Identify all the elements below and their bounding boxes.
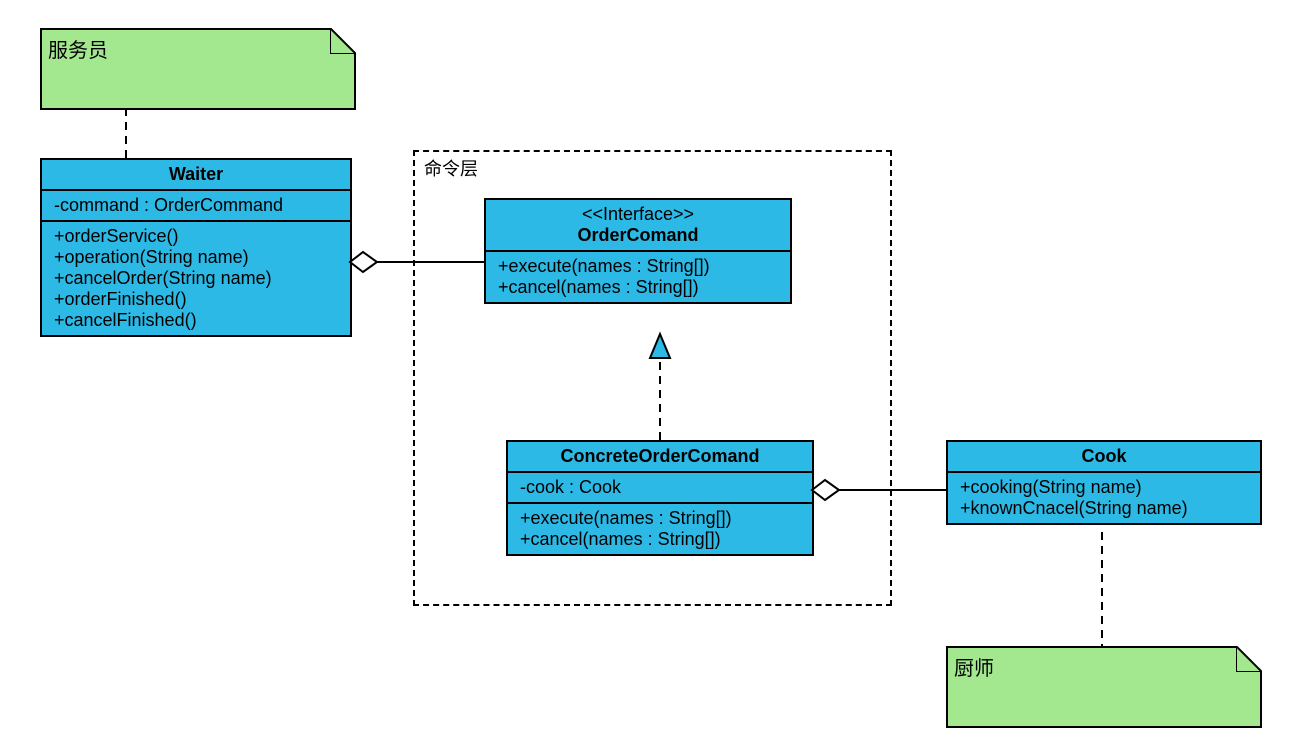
note-waiter: 服务员 <box>40 28 356 110</box>
class-concreteordercommand: ConcreteOrderComand -cook : Cook +execut… <box>506 440 814 556</box>
note-chef-label: 厨师 <box>954 652 994 681</box>
class-waiter-name: Waiter <box>42 160 350 191</box>
class-cook-name: Cook <box>948 442 1260 473</box>
class-waiter: Waiter -command : OrderCommand +orderSer… <box>40 158 352 337</box>
note-chef: 厨师 <box>946 646 1262 728</box>
class-cook: Cook +cooking(String name) +knownCnacel(… <box>946 440 1262 525</box>
op: +cancelOrder(String name) <box>54 268 338 289</box>
op: +execute(names : String[]) <box>520 508 800 529</box>
class-concreteordercommand-attrs: -cook : Cook <box>508 473 812 504</box>
class-waiter-attrs: -command : OrderCommand <box>42 191 350 222</box>
op: +cancelFinished() <box>54 310 338 331</box>
op: +cooking(String name) <box>960 477 1248 498</box>
op: +knownCnacel(String name) <box>960 498 1248 519</box>
interface-ordercommand-head: <<Interface>> OrderComand <box>486 200 790 252</box>
note-waiter-label: 服务员 <box>48 34 108 63</box>
aggregation-diamond-waiter <box>350 252 377 272</box>
interface-ordercommand: <<Interface>> OrderComand +execute(names… <box>484 198 792 304</box>
op: +cancel(names : String[]) <box>498 277 778 298</box>
class-cook-ops: +cooking(String name) +knownCnacel(Strin… <box>948 473 1260 523</box>
stereotype: <<Interface>> <box>498 204 778 225</box>
op: +orderService() <box>54 226 338 247</box>
interface-ordercommand-name: OrderComand <box>498 225 778 246</box>
package-command-layer-label: 命令层 <box>424 155 478 181</box>
class-waiter-ops: +orderService() +operation(String name) … <box>42 222 350 335</box>
op: +operation(String name) <box>54 247 338 268</box>
op: +orderFinished() <box>54 289 338 310</box>
op: +cancel(names : String[]) <box>520 529 800 550</box>
attr: -command : OrderCommand <box>54 195 338 216</box>
op: +execute(names : String[]) <box>498 256 778 277</box>
attr: -cook : Cook <box>520 477 800 498</box>
class-concreteordercommand-name: ConcreteOrderComand <box>508 442 812 473</box>
class-concreteordercommand-ops: +execute(names : String[]) +cancel(names… <box>508 504 812 554</box>
interface-ordercommand-ops: +execute(names : String[]) +cancel(names… <box>486 252 790 302</box>
